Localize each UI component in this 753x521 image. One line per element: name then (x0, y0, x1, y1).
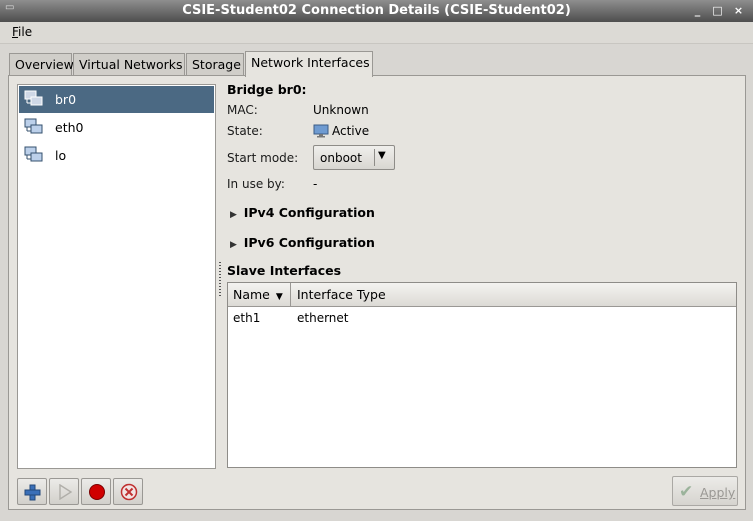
ipv6-label: IPv6 Configuration (243, 235, 375, 250)
cell-name: eth1 (233, 311, 261, 325)
add-interface-button[interactable] (17, 478, 47, 505)
chevron-down-icon: ▼ (378, 150, 386, 161)
sort-down-icon: ▼ (275, 292, 283, 302)
title-bar: ▭ CSIE-Student02 Connection Details (CSI… (0, 0, 753, 22)
network-interface-icon (24, 146, 43, 162)
network-interface-icon (24, 90, 43, 106)
stop-icon (89, 484, 105, 500)
start-interface-button[interactable] (49, 478, 79, 505)
slave-interfaces-heading: Slave Interfaces (227, 263, 342, 278)
interface-row-br0[interactable]: br0 (19, 86, 214, 113)
interface-label: lo (55, 148, 67, 163)
start-mode-value: onboot (320, 151, 362, 165)
interface-list[interactable]: br0 eth0 lo (17, 84, 216, 469)
maximize-button[interactable]: □ (710, 3, 725, 18)
start-mode-combo[interactable]: onboot ▼ (313, 145, 395, 170)
menu-bar: File (0, 22, 753, 44)
state-label: State: (227, 124, 263, 138)
column-header-interface-type[interactable]: Interface Type (297, 287, 386, 302)
expander-arrow-icon: ▶ (230, 240, 237, 250)
play-icon (59, 484, 73, 500)
tab-overview[interactable]: Overview (9, 53, 74, 75)
tab-network-interfaces[interactable]: Network Interfaces (245, 51, 373, 77)
combo-separator (374, 149, 375, 166)
checkmark-icon: ✔ (679, 482, 694, 502)
ipv6-expander[interactable]: ▶ IPv6 Configuration (230, 235, 375, 250)
stop-interface-button[interactable] (81, 478, 111, 505)
state-value: Active (332, 124, 370, 138)
delete-interface-button[interactable] (113, 478, 143, 505)
expander-arrow-icon: ▶ (230, 210, 237, 220)
cell-type: ethernet (297, 311, 349, 325)
ipv4-label: IPv4 Configuration (243, 205, 375, 220)
apply-label: Apply (700, 485, 736, 500)
interface-label: eth0 (55, 120, 84, 135)
tab-storage[interactable]: Storage (186, 53, 244, 75)
slave-interfaces-table[interactable]: Name ▼ Interface Type eth1 ethernet (227, 282, 737, 468)
table-header: Name ▼ Interface Type (228, 283, 736, 307)
column-header-name[interactable]: Name ▼ (233, 287, 283, 302)
interface-row-eth0[interactable]: eth0 (19, 114, 214, 141)
mac-value: Unknown (313, 103, 369, 117)
delete-icon (120, 483, 138, 501)
ipv4-expander[interactable]: ▶ IPv4 Configuration (230, 205, 375, 220)
window-title: CSIE-Student02 Connection Details (CSIE-… (182, 3, 571, 18)
apply-button[interactable]: ✔ Apply (672, 476, 738, 506)
start-mode-label: Start mode: (227, 151, 299, 165)
in-use-value: - (313, 177, 318, 191)
menu-file[interactable]: File (12, 25, 32, 39)
interface-label: br0 (55, 92, 77, 107)
network-interface-icon (24, 118, 43, 134)
monitor-icon (313, 124, 329, 138)
interface-row-lo[interactable]: lo (19, 142, 214, 169)
column-separator (290, 283, 291, 307)
close-button[interactable]: × (731, 3, 746, 18)
pane-resize-handle[interactable] (219, 262, 221, 296)
in-use-label: In use by: (227, 177, 285, 191)
minimize-button[interactable]: _ (690, 3, 705, 18)
table-row[interactable]: eth1 ethernet (228, 308, 736, 328)
tab-virtual-networks[interactable]: Virtual Networks (73, 53, 185, 75)
add-icon (24, 484, 41, 501)
mac-label: MAC: (227, 103, 258, 117)
details-heading: Bridge br0: (227, 82, 307, 97)
